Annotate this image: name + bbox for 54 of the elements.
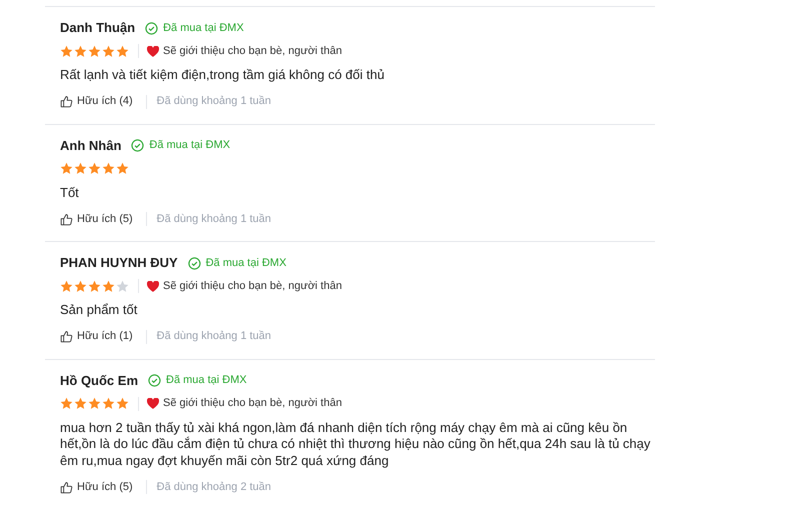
review-text: Sản phẩm tốt bbox=[60, 302, 138, 318]
star-icon bbox=[102, 397, 115, 410]
star-icon bbox=[74, 44, 87, 58]
reviewer-name: Danh Thuận bbox=[60, 19, 136, 38]
review-text: mua hơn 2 tuần thấy tủ xài khá ngon,làm đá nhanh diện tích rộng máy chạy êm mà ai cũng kêu ồn hết,ồn là do lúc đầu cắm điện tủ chưa có nhiệt thì thương hiệu nào cũng ồn hết,qua 24h sau là tủ chạy êm ru,mua ngay đợt khuyến mãi còn 5tr2 quá xứng đáng bbox=[60, 420, 652, 469]
star-icon bbox=[88, 162, 101, 175]
star-icon bbox=[88, 280, 101, 292]
heart-icon bbox=[147, 398, 159, 409]
check-circle-icon bbox=[131, 139, 144, 152]
star-icon bbox=[60, 397, 73, 410]
check-circle-icon bbox=[148, 374, 162, 387]
star-icon bbox=[60, 280, 73, 292]
thumbs-up-icon bbox=[60, 480, 73, 494]
usage-duration: Đã dùng khoảng 2 tuần bbox=[156, 480, 272, 495]
star-icon bbox=[60, 162, 73, 175]
verified-purchase-label: Đã mua tại ĐMX bbox=[166, 373, 247, 388]
verified-purchase-label: Đã mua tại ĐMX bbox=[163, 20, 244, 36]
usage-duration: Đã dùng khoảng 1 tuần bbox=[156, 212, 272, 227]
thumbs-up-icon bbox=[60, 330, 73, 343]
star-icon bbox=[74, 397, 87, 410]
verified-purchase-label: Đã mua tại ĐMX bbox=[149, 138, 230, 154]
usage-duration: Đã dùng khoảng 1 tuần bbox=[156, 94, 272, 110]
usage-duration: Đã dùng khoảng 1 tuần bbox=[156, 329, 272, 344]
helpful-button[interactable]: Hữu ích (4) bbox=[60, 93, 133, 110]
star-icon bbox=[88, 397, 101, 410]
helpful-button[interactable]: Hữu ích (5) bbox=[60, 478, 133, 496]
star-icon bbox=[60, 44, 73, 58]
star-icon bbox=[88, 44, 101, 58]
thumbs-up-icon bbox=[60, 212, 73, 226]
helpful-button[interactable]: Hữu ích (1) bbox=[60, 328, 133, 345]
reviewer-name: Anh Nhân bbox=[60, 136, 122, 155]
star-icon bbox=[116, 280, 129, 292]
thumbs-up-icon bbox=[60, 95, 73, 108]
review-text: Rất lạnh và tiết kiệm điện,trong tầm giá không có đối thủ bbox=[60, 67, 386, 84]
heart-icon bbox=[147, 46, 159, 56]
check-circle-icon bbox=[188, 256, 201, 270]
verified-purchase-label: Đã mua tại ĐMX bbox=[206, 256, 286, 271]
star-icon bbox=[116, 162, 129, 175]
star-icon bbox=[74, 162, 87, 175]
recommend-text: Sẽ giới thiệu cho bạn bè, người thân bbox=[163, 278, 342, 294]
helpful-button[interactable]: Hữu ích (5) bbox=[60, 210, 133, 228]
review-text: Tốt bbox=[60, 184, 80, 201]
star-icon bbox=[102, 280, 115, 292]
star-icon bbox=[116, 397, 129, 410]
reviewer-name: PHAN HUYNH ĐUY bbox=[60, 254, 178, 272]
check-circle-icon bbox=[145, 22, 158, 34]
heart-icon bbox=[147, 280, 159, 292]
star-icon bbox=[102, 162, 115, 175]
recommend-text: Sẽ giới thiệu cho bạn bè, người thân bbox=[163, 44, 342, 59]
recommend-text: Sẽ giới thiệu cho bạn bè, người thân bbox=[163, 396, 342, 412]
star-icon bbox=[102, 44, 115, 58]
reviewer-name: Hồ Quốc Em bbox=[60, 372, 138, 390]
star-icon bbox=[116, 44, 129, 58]
star-icon bbox=[74, 280, 87, 292]
